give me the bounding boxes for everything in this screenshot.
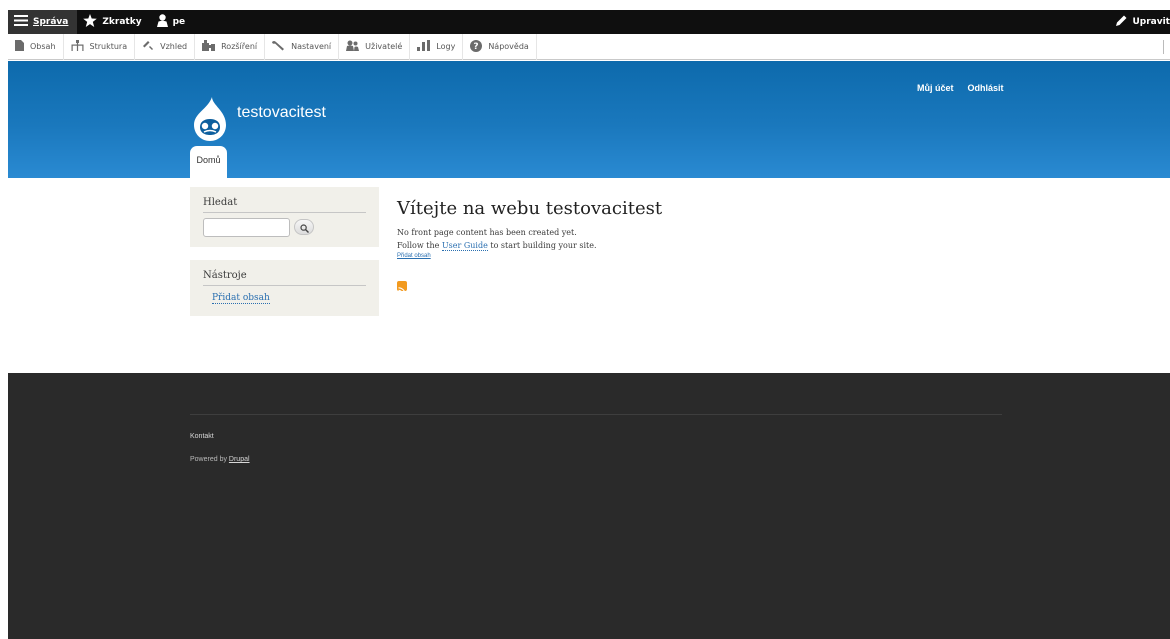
toolbar-item-label: Zkratky <box>102 17 142 27</box>
footer-divider <box>190 414 1002 415</box>
secondary-menu: Můj účet Odhlásit <box>917 83 1004 93</box>
tray-orientation-toggle[interactable] <box>1163 40 1164 54</box>
logout-link[interactable]: Odhlásit <box>968 83 1004 93</box>
user-guide-message: Follow the User Guide to start building … <box>397 241 597 251</box>
hamburger-icon <box>14 15 28 29</box>
my-account-link[interactable]: Můj účet <box>917 83 954 93</box>
tray-item-label: Nápověda <box>488 42 529 51</box>
tray-item-label: Uživatelé <box>365 42 403 51</box>
tools-block-title: Nástroje <box>203 270 366 286</box>
toolbar-item-shortcuts[interactable]: Zkratky <box>77 10 150 34</box>
tray-item-reports[interactable]: Logy <box>410 33 464 60</box>
user-icon <box>156 14 168 30</box>
help-icon: ? <box>470 39 483 54</box>
tray-item-people[interactable]: Uživatelé <box>339 33 411 60</box>
tray-item-configuration[interactable]: Nastavení <box>265 33 340 60</box>
admin-toolbar: Správa Zkratky pe Upravit <box>8 10 1170 34</box>
site-name[interactable]: testovacitest <box>237 104 326 122</box>
user-guide-link[interactable]: User Guide <box>441 241 488 251</box>
tray-item-label: Obsah <box>30 42 56 51</box>
paintbrush-icon <box>142 40 154 53</box>
users-icon <box>346 40 360 53</box>
site-footer: Kontakt Powered by Drupal <box>8 373 1170 639</box>
empty-front-message: No front page content has been created y… <box>397 228 577 237</box>
add-content-link[interactable]: Přidat obsah <box>212 293 270 304</box>
wrench-icon <box>272 40 285 53</box>
toolbar-item-label: Správa <box>33 17 69 27</box>
rss-feed-icon[interactable] <box>397 281 407 295</box>
contact-link[interactable]: Kontakt <box>190 433 214 440</box>
tray-item-content[interactable]: Obsah <box>8 33 64 60</box>
powered-by-text: Powered by <box>190 456 229 463</box>
page-title: Vítejte na webu testovacitest <box>397 198 663 219</box>
powered-by: Powered by Drupal <box>190 456 250 463</box>
star-icon <box>83 14 98 30</box>
drupal-logo-icon[interactable] <box>190 97 230 141</box>
search-block-title: Hledat <box>203 197 366 213</box>
tools-block: Nástroje Přidat obsah <box>190 260 379 316</box>
toolbar-edit-button[interactable]: Upravit <box>1116 10 1170 34</box>
sitemap-icon <box>71 40 84 53</box>
search-button[interactable] <box>294 219 314 235</box>
message-suffix: to start building your site. <box>487 241 597 250</box>
tray-item-structure[interactable]: Struktura <box>64 33 136 60</box>
tray-item-label: Struktura <box>89 42 128 51</box>
toolbar-item-manage[interactable]: Správa <box>8 10 78 34</box>
drupal-link[interactable]: Drupal <box>229 456 250 463</box>
toolbar-item-user[interactable]: pe <box>151 10 195 34</box>
tab-home[interactable]: Domů <box>190 146 227 178</box>
pencil-icon <box>1116 15 1127 29</box>
svg-text:?: ? <box>474 42 479 52</box>
file-icon <box>15 40 24 53</box>
tray-item-label: Vzhled <box>160 42 188 51</box>
tray-item-help[interactable]: ? Nápověda <box>463 33 537 60</box>
tray-item-label: Rozšíření <box>221 42 258 51</box>
add-content-main-link[interactable]: Přidat obsah <box>397 253 431 259</box>
puzzle-icon <box>202 40 216 53</box>
search-icon <box>299 218 309 237</box>
toolbar-edit-label: Upravit <box>1132 17 1170 27</box>
search-block: Hledat <box>190 187 379 247</box>
tray-item-label: Nastavení <box>291 42 332 51</box>
tray-item-label: Logy <box>436 42 456 51</box>
admin-tray: Obsah Struktura Vzhled Rozšíření Nastave… <box>8 33 1170 60</box>
tray-item-appearance[interactable]: Vzhled <box>135 33 196 60</box>
bar-chart-icon <box>417 40 431 53</box>
tray-item-extend[interactable]: Rozšíření <box>195 33 266 60</box>
search-input[interactable] <box>203 218 290 237</box>
toolbar-item-label: pe <box>172 17 186 27</box>
site-header: Můj účet Odhlásit testovacitest Domů <box>8 61 1170 178</box>
message-prefix: Follow the <box>397 241 442 250</box>
page: Správa Zkratky pe Upravit Obsah Struktur… <box>8 10 1170 639</box>
